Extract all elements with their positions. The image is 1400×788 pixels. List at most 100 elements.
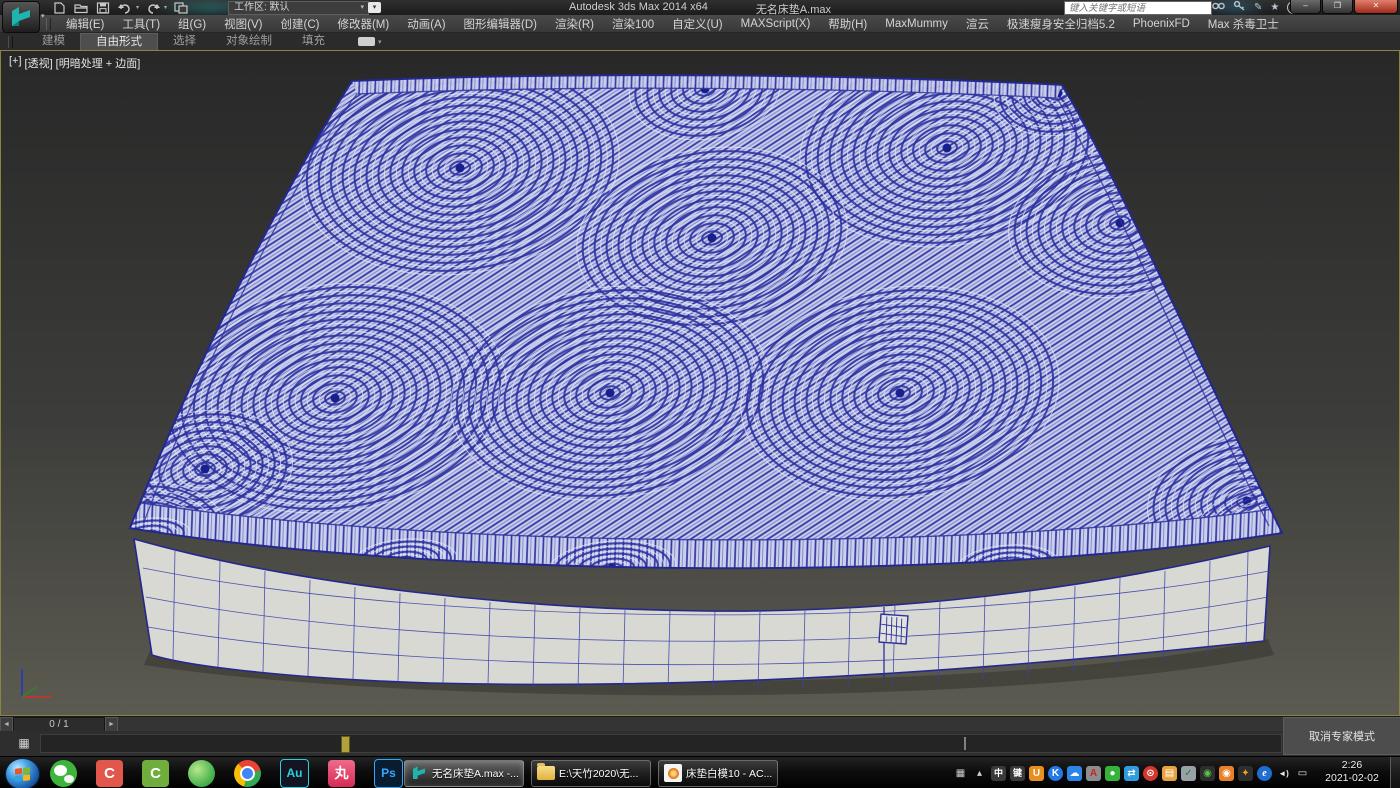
audition-icon[interactable]: Au bbox=[280, 759, 309, 788]
perspective-viewport[interactable]: [+] [透视] [明暗处理 + 边面] bbox=[0, 50, 1400, 716]
workspace-caret-icon: ▾ bbox=[360, 2, 364, 14]
menu-item-rendering100[interactable]: 渲染100 bbox=[603, 16, 663, 32]
viewport-canvas[interactable] bbox=[1, 51, 1399, 715]
menubar-grip[interactable] bbox=[46, 18, 51, 30]
restore-button[interactable]: ❐ bbox=[1322, 0, 1353, 14]
volume-icon[interactable]: ◄) bbox=[1276, 766, 1291, 781]
undo-dropdown-caret[interactable]: ▾ bbox=[136, 4, 139, 11]
time-slider[interactable]: ◄ 0 / 1 ► bbox=[0, 717, 118, 732]
undo-icon[interactable] bbox=[118, 2, 133, 14]
time-marker[interactable] bbox=[341, 736, 350, 753]
tab-selection[interactable]: 选择 bbox=[158, 33, 211, 50]
chrome-icon[interactable] bbox=[234, 760, 261, 787]
tray-cloud-icon[interactable]: ☁ bbox=[1067, 766, 1082, 781]
ribbon-display-toggle-icon[interactable] bbox=[358, 37, 375, 46]
tray-usb-icon[interactable]: ✓ bbox=[1181, 766, 1196, 781]
tray-browser-icon[interactable]: e bbox=[1257, 766, 1272, 781]
menu-item-maxmummy[interactable]: MaxMummy bbox=[876, 18, 957, 30]
menu-item-antivirus[interactable]: Max 杀毒卫士 bbox=[1199, 16, 1288, 32]
tray-flame-icon[interactable]: ✦ bbox=[1238, 766, 1253, 781]
project-folder-icon[interactable] bbox=[174, 2, 189, 14]
open-file-icon[interactable] bbox=[74, 2, 89, 14]
show-hidden-icons-button[interactable]: ▴ bbox=[972, 766, 987, 781]
menu-item-create[interactable]: 创建(C) bbox=[271, 16, 328, 32]
start-button[interactable] bbox=[5, 758, 40, 788]
menu-item-maxscript[interactable]: MAXScript(X) bbox=[732, 18, 820, 30]
workspace-menu-button[interactable]: ▾ bbox=[368, 2, 381, 13]
next-frame-button[interactable]: ► bbox=[105, 717, 118, 732]
viewport-menu-shading[interactable]: [明暗处理 + 边面] bbox=[55, 55, 142, 71]
star-icon[interactable]: ★ bbox=[1270, 1, 1279, 14]
menu-item-customize[interactable]: 自定义(U) bbox=[663, 16, 731, 32]
menu-item-animation[interactable]: 动画(A) bbox=[398, 16, 454, 32]
menu-item-tools[interactable]: 工具(T) bbox=[113, 16, 169, 32]
redo-dropdown-caret[interactable]: ▾ bbox=[164, 4, 167, 11]
tray-shield-icon[interactable]: U bbox=[1029, 766, 1044, 781]
menu-item-archive[interactable]: 极速瘦身安全归档5.2 bbox=[998, 16, 1124, 32]
taskbar-window-acdsee[interactable]: 床垫白模10 - AC... bbox=[658, 760, 778, 787]
viewport-menu-plus[interactable]: [+] bbox=[8, 55, 23, 71]
taskbar-window-explorer[interactable]: E:\天竹2020\无... bbox=[531, 760, 651, 787]
green-browser-icon[interactable] bbox=[188, 760, 215, 787]
time-slider-bar: ◄ 0 / 1 ► bbox=[0, 716, 1400, 731]
tray-folder-icon[interactable]: ▤ bbox=[1162, 766, 1177, 781]
tray-kingsoft-icon[interactable]: K bbox=[1048, 766, 1063, 781]
acdsee-icon bbox=[664, 764, 682, 782]
photoshop-icon[interactable]: Ps bbox=[374, 759, 403, 788]
search-input[interactable] bbox=[1064, 1, 1212, 15]
track-bar[interactable] bbox=[40, 734, 1282, 753]
menu-item-group[interactable]: 组(G) bbox=[169, 16, 215, 32]
workspace-selector[interactable]: 工作区: 默认 ▾ bbox=[228, 1, 369, 15]
application-menu-caret-icon[interactable]: ▾ bbox=[41, 12, 45, 20]
track-bar-row: ▦ bbox=[0, 731, 1400, 756]
menu-item-views[interactable]: 视图(V) bbox=[215, 16, 271, 32]
ime-keyboard-icon[interactable]: 键 bbox=[1010, 766, 1025, 781]
menu-item-phoenixfd[interactable]: PhoenixFD bbox=[1124, 18, 1199, 30]
application-menu-button[interactable] bbox=[2, 1, 40, 33]
tray-badge-icon[interactable]: ⊙ bbox=[1143, 766, 1158, 781]
taskbar-clock[interactable]: 2:26 2021-02-02 bbox=[1316, 759, 1388, 785]
menu-item-xuanyun[interactable]: 渲云 bbox=[957, 16, 998, 32]
wechat-icon[interactable] bbox=[50, 760, 77, 787]
close-button[interactable]: ✕ bbox=[1354, 0, 1398, 14]
menu-item-edit[interactable]: 编辑(E) bbox=[57, 16, 113, 32]
frame-indicator[interactable]: 0 / 1 bbox=[13, 717, 105, 732]
previous-frame-button[interactable]: ◄ bbox=[0, 717, 13, 732]
key-icon[interactable] bbox=[1233, 0, 1246, 15]
minimize-button[interactable]: – bbox=[1290, 0, 1321, 14]
search-icon[interactable] bbox=[1212, 0, 1225, 15]
open-windows: 无名床垫A.max -... E:\天竹2020\无... 床垫白模10 - A… bbox=[404, 759, 778, 787]
viewport-menu-view[interactable]: [透视] bbox=[24, 55, 54, 71]
tab-object-paint[interactable]: 对象绘制 bbox=[211, 33, 287, 50]
save-file-icon[interactable] bbox=[96, 2, 111, 14]
tray-wechat-icon[interactable]: ● bbox=[1105, 766, 1120, 781]
camtasia-studio-icon[interactable]: C bbox=[142, 760, 169, 787]
pen-icon[interactable]: ✎ bbox=[1254, 1, 1262, 14]
menu-item-modifiers[interactable]: 修改器(M) bbox=[328, 16, 398, 32]
taskbar-window-3dsmax[interactable]: 无名床垫A.max -... bbox=[404, 760, 524, 787]
keyboard-tray-icon[interactable]: ▦ bbox=[953, 766, 968, 781]
new-scene-icon[interactable] bbox=[52, 2, 67, 14]
tray-sync-icon[interactable]: ⇄ bbox=[1124, 766, 1139, 781]
tray-acdsee-icon[interactable]: ◉ bbox=[1219, 766, 1234, 781]
menu-item-graph-editors[interactable]: 图形编辑器(D) bbox=[455, 16, 546, 32]
show-desktop-button[interactable] bbox=[1390, 757, 1400, 788]
ribbon-display-caret-icon[interactable]: ▾ bbox=[378, 38, 382, 46]
ime-language-icon[interactable]: 中 bbox=[991, 766, 1006, 781]
window-controls: – ❐ ✕ bbox=[1289, 0, 1398, 14]
ribbon-grip[interactable] bbox=[8, 36, 13, 48]
wan-app-icon[interactable]: 丸 bbox=[328, 760, 355, 787]
tab-freeform[interactable]: 自由形式 bbox=[80, 33, 158, 51]
cancel-expert-mode-button[interactable]: 取消专家模式 bbox=[1283, 717, 1400, 755]
tab-modeling[interactable]: 建模 bbox=[27, 33, 80, 50]
redo-icon[interactable] bbox=[146, 2, 161, 14]
tray-reader-icon[interactable]: A bbox=[1086, 766, 1101, 781]
tray-recorder-icon[interactable]: ◉ bbox=[1200, 766, 1215, 781]
camtasia-recorder-icon[interactable]: C bbox=[96, 760, 123, 787]
windows-flag-icon bbox=[15, 767, 30, 782]
network-icon[interactable]: ▭ bbox=[1295, 766, 1310, 781]
menu-item-help[interactable]: 帮助(H) bbox=[819, 16, 876, 32]
mini-curve-editor-icon[interactable]: ▦ bbox=[14, 735, 34, 751]
menu-item-rendering[interactable]: 渲染(R) bbox=[546, 16, 603, 32]
tab-populate[interactable]: 填充 bbox=[287, 33, 340, 50]
